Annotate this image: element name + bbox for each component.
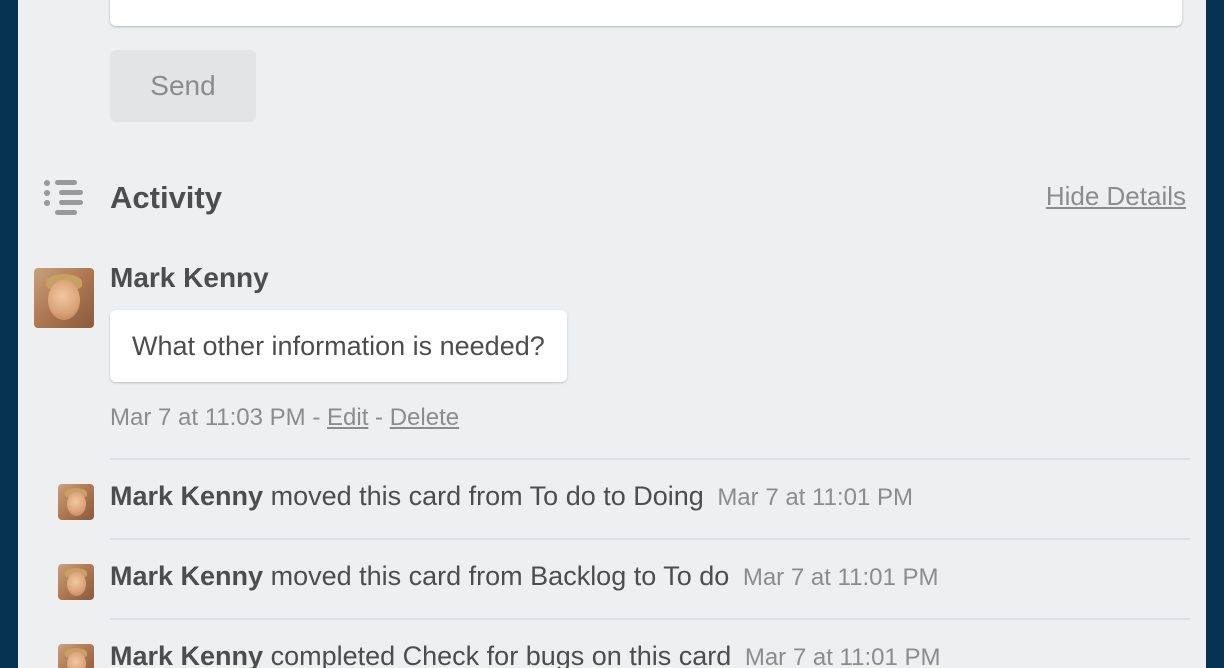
comment-text: What other information is needed? xyxy=(110,310,567,382)
activity-text: completed Check for bugs on this card xyxy=(270,641,732,668)
send-button[interactable]: Send xyxy=(110,50,256,122)
hide-details-link[interactable]: Hide Details xyxy=(1046,181,1186,212)
activity-item: Mark Kenny moved this card from To do to… xyxy=(110,481,913,512)
activity-time[interactable]: Mar 7 at 11:01 PM xyxy=(717,484,913,511)
card-detail-panel: Send Activity Hide Details Mark Kenny Wh… xyxy=(18,0,1206,668)
activity-time[interactable]: Mar 7 at 11:01 PM xyxy=(743,564,939,591)
meta-separator: - xyxy=(375,404,384,431)
divider xyxy=(110,458,1190,460)
edit-link[interactable]: Edit xyxy=(327,404,368,431)
comment-meta: Mar 7 at 11:03 PM - Edit - Delete xyxy=(110,404,459,432)
activity-heading: Activity xyxy=(110,180,222,215)
divider xyxy=(110,538,1190,540)
activity-author[interactable]: Mark Kenny xyxy=(110,641,263,668)
activity-item: Mark Kenny moved this card from Backlog … xyxy=(110,561,938,592)
delete-link[interactable]: Delete xyxy=(390,404,459,431)
comment-author[interactable]: Mark Kenny xyxy=(110,262,269,294)
activity-text: moved this card from To do to Doing xyxy=(270,481,704,511)
meta-separator: - xyxy=(312,404,321,431)
divider xyxy=(110,618,1190,620)
activity-author[interactable]: Mark Kenny xyxy=(110,481,263,511)
activity-list-icon xyxy=(44,180,83,215)
activity-author[interactable]: Mark Kenny xyxy=(110,561,263,591)
activity-text: moved this card from Backlog to To do xyxy=(270,561,730,591)
avatar[interactable] xyxy=(34,268,94,328)
comment-body: What other information is needed? xyxy=(132,330,545,361)
comment-input[interactable] xyxy=(110,0,1182,26)
comment-timestamp: Mar 7 at 11:03 PM xyxy=(110,404,306,431)
activity-item: Mark Kenny completed Check for bugs on t… xyxy=(110,641,941,668)
avatar[interactable] xyxy=(58,644,94,668)
avatar[interactable] xyxy=(58,564,94,600)
avatar[interactable] xyxy=(58,484,94,520)
activity-time[interactable]: Mar 7 at 11:01 PM xyxy=(745,644,941,668)
